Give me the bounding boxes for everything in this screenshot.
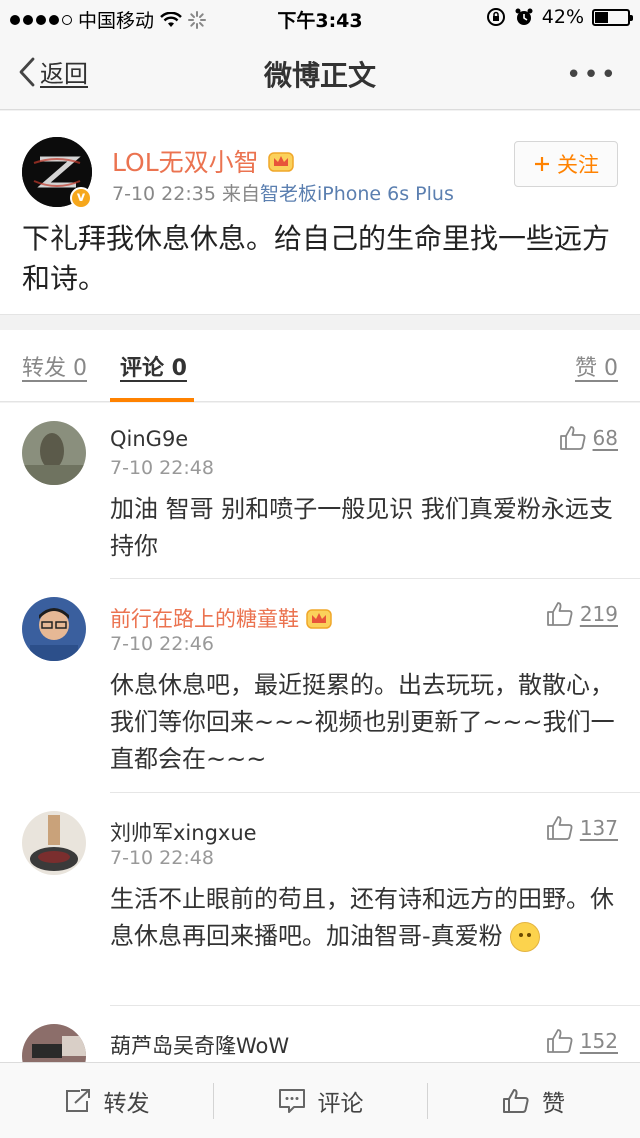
comment-list: QinG9e 7-10 22:48 68 加油 智哥 别和喷子一般见识 我们真爱… bbox=[0, 403, 640, 1062]
comment-like-button[interactable]: 219 bbox=[546, 601, 618, 627]
commenter-name[interactable]: 刘帅军xingxue bbox=[110, 817, 257, 847]
commenter-avatar-image bbox=[22, 597, 86, 661]
like-button[interactable]: 赞 bbox=[427, 1063, 640, 1138]
weibo-post: v LOL无双小智 7-10 22:35 来自智老板iPhone 6s Plus… bbox=[0, 111, 640, 315]
battery-fill bbox=[595, 11, 609, 23]
tab-repost[interactable]: 转发 0 bbox=[22, 350, 87, 382]
tab-comment[interactable]: 评论 0 bbox=[120, 350, 187, 382]
page-title: 微博正文 bbox=[263, 59, 376, 92]
thumbs-up-icon bbox=[546, 1029, 573, 1053]
thumbs-up-icon bbox=[546, 816, 573, 840]
commenter-name[interactable]: 前行在路上的糖童鞋 bbox=[110, 603, 333, 633]
thumbs-up-icon bbox=[559, 426, 586, 450]
post-text: 下礼拜我休息休息。给自己的生命里找一些远方和诗。 bbox=[22, 222, 611, 295]
comment-text: 休息休息吧，最近挺累的。出去玩玩，散散心，我们等你回来~~~视频也别更新了~~~… bbox=[110, 671, 615, 773]
comment-time: 7-10 22:48 bbox=[110, 457, 214, 479]
commenter-avatar[interactable] bbox=[22, 421, 86, 485]
comment-like-button[interactable]: 68 bbox=[559, 425, 618, 451]
repost-label: 转发 bbox=[103, 1091, 150, 1117]
tab-like[interactable]: 赞 0 bbox=[575, 350, 618, 382]
commenter-name-text: 前行在路上的糖童鞋 bbox=[110, 607, 299, 631]
smile-emoji-icon bbox=[510, 922, 541, 952]
like-count: 137 bbox=[579, 816, 618, 840]
comment-divider bbox=[110, 578, 640, 579]
like-label: 赞 bbox=[542, 1091, 565, 1117]
comment-text: 生活不止眼前的苟且，还有诗和远方的田野。休息休息再回来播吧。加油智哥-真爱粉 bbox=[110, 881, 622, 955]
commenter-avatar-image bbox=[22, 421, 86, 485]
active-tab-indicator bbox=[110, 398, 194, 402]
comment-time: 7-10 22:46 bbox=[110, 633, 214, 655]
vip-crown-icon bbox=[267, 152, 294, 172]
author-name[interactable]: LOL无双小智 bbox=[112, 143, 295, 179]
commenter-avatar-image bbox=[22, 1024, 86, 1062]
comment-divider bbox=[110, 1005, 640, 1006]
post-time: 7-10 22:35 bbox=[112, 183, 216, 205]
comment-label: 评论 bbox=[317, 1091, 364, 1117]
comment-time: 7-10 22:48 bbox=[110, 847, 214, 869]
verified-badge-icon: v bbox=[70, 187, 92, 209]
follow-button[interactable]: 关注 bbox=[514, 141, 618, 187]
thumbs-up-icon bbox=[546, 602, 573, 626]
comment-like-button[interactable]: 137 bbox=[546, 815, 618, 841]
comment-text: 加油 智哥 别和喷子一般见识 我们真爱粉永远支持你 bbox=[110, 495, 613, 560]
commenter-name-text: 刘帅军xingxue bbox=[110, 821, 257, 845]
commenter-name-text: 葫芦岛吴奇隆WoW bbox=[110, 1034, 290, 1058]
post-source[interactable]: 智老板iPhone 6s Plus bbox=[260, 183, 454, 205]
status-bar: 中国移动 下午3:43 42% bbox=[0, 0, 640, 36]
repost-button[interactable]: 转发 bbox=[0, 1063, 213, 1138]
navigation-bar: 返回 微博正文 ••• bbox=[0, 36, 640, 110]
comment-icon bbox=[278, 1089, 305, 1113]
follow-label: 关注 bbox=[557, 153, 599, 177]
commenter-avatar[interactable] bbox=[22, 811, 86, 875]
like-count: 152 bbox=[579, 1029, 618, 1053]
weibo-detail-screen: 中国移动 下午3:43 42% 返回 微博正文 ••• v LOL无双小智 7-… bbox=[0, 0, 640, 1138]
vip-crown-icon bbox=[306, 609, 332, 629]
battery-icon bbox=[592, 8, 633, 26]
comment-button[interactable]: 评论 bbox=[214, 1063, 427, 1138]
post-source-prefix: 来自 bbox=[221, 183, 260, 205]
comment-like-button[interactable]: 152 bbox=[546, 1028, 618, 1054]
author-name-text: LOL无双小智 bbox=[112, 148, 259, 177]
post-tabs: 转发 0 评论 0 赞 0 bbox=[0, 330, 640, 402]
commenter-name-text: QinG9e bbox=[110, 427, 189, 451]
commenter-name[interactable]: 葫芦岛吴奇隆WoW bbox=[110, 1030, 289, 1060]
comment-divider bbox=[110, 792, 640, 793]
more-options-button[interactable]: ••• bbox=[566, 60, 618, 90]
thumbs-up-icon bbox=[503, 1089, 529, 1113]
commenter-name[interactable]: QinG9e bbox=[110, 427, 188, 451]
alarm-icon bbox=[515, 8, 533, 25]
like-count: 219 bbox=[579, 602, 618, 626]
like-count: 68 bbox=[592, 426, 618, 450]
battery-percent: 42% bbox=[541, 6, 584, 28]
bottom-toolbar: 转发 评论 赞 bbox=[0, 1062, 640, 1138]
commenter-avatar[interactable] bbox=[22, 597, 86, 661]
status-right: 42% bbox=[486, 6, 633, 28]
post-meta: 7-10 22:35 来自智老板iPhone 6s Plus bbox=[112, 179, 454, 206]
commenter-avatar[interactable] bbox=[22, 1024, 86, 1062]
rotation-lock-icon bbox=[486, 8, 505, 26]
share-icon bbox=[65, 1089, 90, 1112]
plus-icon bbox=[535, 157, 549, 171]
commenter-avatar-image bbox=[22, 811, 86, 875]
